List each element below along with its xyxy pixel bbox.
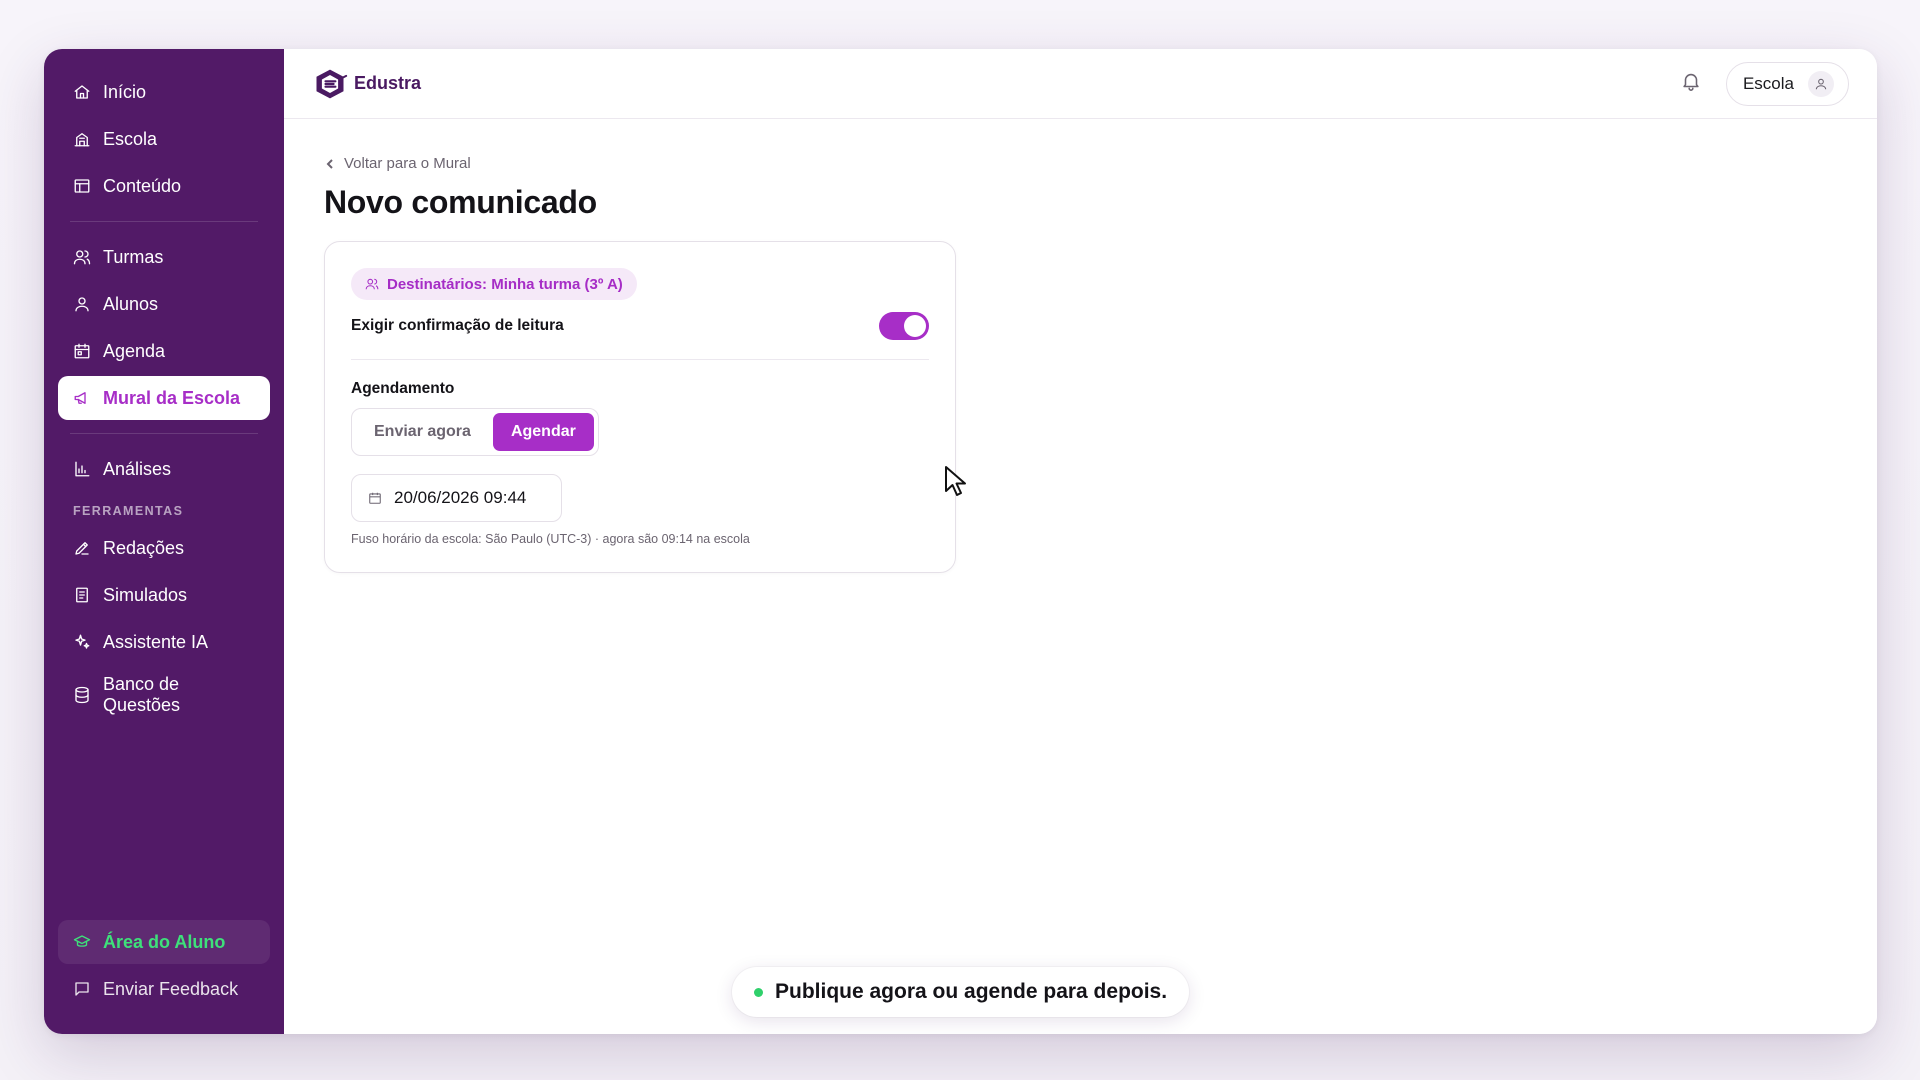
sidebar-item-label: Conteúdo [103, 175, 182, 196]
read-confirmation-toggle[interactable] [879, 312, 929, 340]
sidebar-item-area-aluno[interactable]: Área do Aluno [58, 920, 270, 964]
sidebar-section-title: FERRAMENTAS [73, 504, 184, 518]
user-icon [73, 295, 91, 313]
datetime-input[interactable]: 20/06/2026 09:44 [351, 474, 562, 522]
read-confirmation-label: Exigir confirmação de leitura [351, 317, 564, 334]
sparkles-icon [73, 633, 91, 651]
brand-name: Edustra [354, 73, 422, 93]
message-icon [73, 980, 91, 998]
users-icon [365, 278, 379, 290]
megaphone-icon [73, 389, 91, 407]
graduation-cap-icon [73, 933, 91, 951]
datetime-value: 20/06/2026 09:44 [394, 488, 527, 507]
home-icon [73, 83, 91, 101]
calendar-icon [369, 492, 381, 504]
sidebar-item-label: Turmas [103, 246, 164, 267]
bell-icon[interactable] [1680, 70, 1702, 97]
sidebar-item-label: Banco de Questões [103, 674, 181, 715]
topbar-actions: Escola [1680, 61, 1849, 106]
sidebar-item-conteudo[interactable]: Conteúdo [58, 164, 270, 208]
sidebar-item-escola[interactable]: Escola [58, 117, 270, 161]
chevron-left-icon [326, 158, 333, 169]
sidebar-item-inicio[interactable]: Início [58, 70, 270, 114]
database-icon [73, 686, 91, 704]
page-title: Novo comunicado [324, 184, 597, 220]
sidebar-item-mural[interactable]: Mural da Escola [58, 376, 270, 420]
sidebar-item-label: Início [103, 81, 147, 102]
sidebar-item-analises[interactable]: Análises [58, 447, 270, 491]
sidebar-item-alunos[interactable]: Alunos [58, 282, 270, 326]
avatar [1808, 70, 1834, 97]
sidebar-item-label: Mural da Escola [103, 387, 241, 408]
app-window: Início Escola Conteúdo Turmas Alunos Age… [44, 49, 1877, 1034]
sidebar-divider [70, 433, 258, 434]
school-icon [73, 130, 91, 148]
toast-notification: Publique agora ou agende para depois. [732, 967, 1190, 1017]
sidebar-item-label: Área do Aluno [103, 931, 226, 952]
read-confirmation-row: Exigir confirmação de leitura [351, 309, 929, 343]
sidebar-item-turmas[interactable]: Turmas [58, 235, 270, 279]
profile-label: Escola [1742, 73, 1794, 93]
clipboard-icon [73, 586, 91, 604]
sidebar-item-agenda[interactable]: Agenda [58, 329, 270, 373]
announcement-form-card: Destinatários: Minha turma (3º A) Exigir… [324, 241, 956, 573]
sidebar: Início Escola Conteúdo Turmas Alunos Age… [44, 49, 284, 1034]
logo-icon [316, 69, 348, 98]
back-link-label: Voltar para o Mural [344, 155, 471, 172]
main-content: Edustra Escola Voltar para o Mural Novo … [284, 49, 1877, 1034]
schedule-label: Agendamento [351, 380, 455, 397]
sidebar-item-label: Simulados [103, 584, 188, 605]
sidebar-item-label: Redações [103, 537, 185, 558]
user-icon [1815, 78, 1827, 89]
toast-message: Publique agora ou agende para depois. [775, 980, 1168, 1003]
topbar: Edustra Escola [284, 49, 1877, 119]
brand-logo[interactable]: Edustra [312, 66, 421, 102]
sidebar-item-label: Alunos [103, 293, 159, 314]
sidebar-item-assistente-ia[interactable]: Assistente IA [58, 620, 270, 664]
schedule-segmented-control: Enviar agora Agendar [351, 408, 599, 456]
send-now-option[interactable]: Enviar agora [356, 413, 489, 451]
sidebar-item-label: Escola [103, 128, 158, 149]
sidebar-item-label: Enviar Feedback [103, 978, 239, 999]
back-link[interactable]: Voltar para o Mural [324, 155, 1837, 172]
page-content: Voltar para o Mural Novo comunicado Dest… [284, 119, 1877, 609]
sidebar-item-label: Análises [103, 458, 172, 479]
bar-chart-icon [73, 460, 91, 478]
sidebar-item-redacoes[interactable]: Redações [58, 526, 270, 570]
status-dot [754, 987, 763, 997]
sidebar-bottom: Área do Aluno Enviar Feedback [58, 920, 270, 1014]
content-icon [73, 177, 91, 195]
recipients-label: Destinatários: Minha turma (3º A) [387, 275, 623, 293]
sidebar-item-simulados[interactable]: Simulados [58, 573, 270, 617]
sidebar-item-feedback[interactable]: Enviar Feedback [58, 967, 270, 1011]
profile-menu-button[interactable]: Escola [1725, 61, 1849, 106]
sidebar-item-label: Assistente IA [103, 631, 209, 652]
pencil-icon [73, 539, 91, 557]
schedule-option[interactable]: Agendar [492, 413, 594, 451]
users-icon [73, 248, 91, 266]
sidebar-item-banco-questoes[interactable]: Banco de Questões [58, 667, 270, 723]
sidebar-item-label: Agenda [103, 340, 166, 361]
timezone-hint: Fuso horário da escola: São Paulo (UTC-3… [351, 532, 750, 546]
sidebar-divider [70, 221, 258, 222]
recipients-badge[interactable]: Destinatários: Minha turma (3º A) [351, 268, 637, 300]
mouse-cursor-icon [945, 466, 966, 496]
toggle-knob [904, 315, 926, 337]
divider [351, 359, 929, 360]
calendar-icon [73, 342, 91, 360]
